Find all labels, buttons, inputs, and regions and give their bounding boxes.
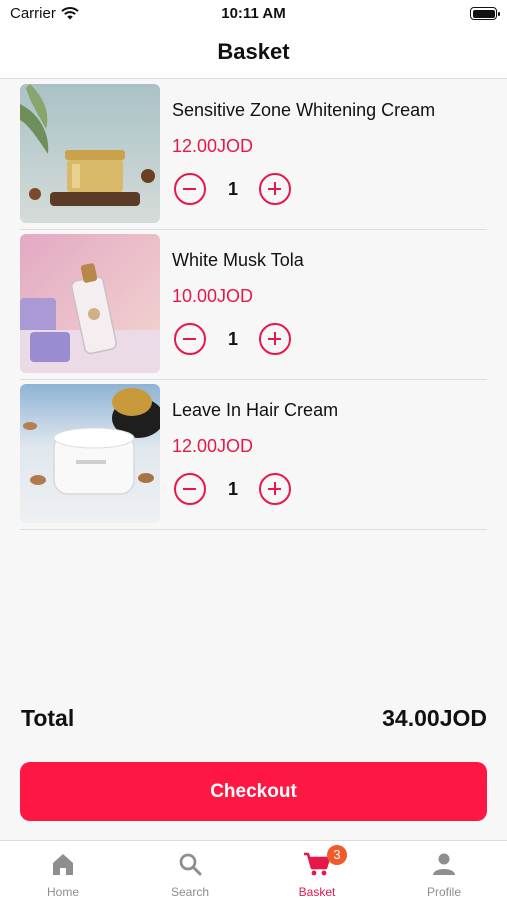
battery-icon <box>470 7 500 20</box>
product-image[interactable] <box>20 234 160 373</box>
tab-search[interactable]: Search <box>127 841 253 900</box>
status-time: 10:11 AM <box>221 5 286 22</box>
decrease-quantity-button[interactable] <box>174 323 206 355</box>
page-title: Basket <box>217 39 290 64</box>
increase-quantity-button[interactable] <box>259 323 291 355</box>
nav-header: Basket <box>0 28 507 79</box>
product-image[interactable] <box>20 384 160 523</box>
tab-bar: Home Search 3 Basket Profile <box>0 840 507 900</box>
tab-label: Profile <box>426 885 461 899</box>
quantity-value: 1 <box>227 479 238 499</box>
search-icon <box>179 853 202 876</box>
tab-home[interactable]: Home <box>0 841 126 900</box>
quantity-value: 1 <box>227 179 238 199</box>
total-label: Total <box>21 705 75 731</box>
increase-quantity-button[interactable] <box>259 173 291 205</box>
decrease-quantity-button[interactable] <box>174 473 206 505</box>
product-image[interactable] <box>20 84 160 223</box>
product-name[interactable]: Leave In Hair Cream <box>172 400 338 421</box>
tab-label: Search <box>170 885 210 899</box>
decrease-quantity-button[interactable] <box>174 173 206 205</box>
product-name[interactable]: White Musk Tola <box>172 250 304 271</box>
tab-label: Home <box>46 885 79 899</box>
quantity-value: 1 <box>227 329 238 349</box>
product-price: 12.00JOD <box>172 136 254 156</box>
product-price: 12.00JOD <box>172 436 254 456</box>
product-price: 10.00JOD <box>172 286 254 306</box>
tab-basket[interactable]: 3 Basket <box>254 841 380 900</box>
product-name[interactable]: Sensitive Zone Whitening Cream <box>172 100 435 121</box>
increase-quantity-button[interactable] <box>259 473 291 505</box>
status-bar: Carrier 10:11 AM <box>0 0 507 28</box>
tab-profile[interactable]: Profile <box>381 841 507 900</box>
home-icon <box>53 854 73 875</box>
basket-item: Sensitive Zone Whitening Cream 12.00JOD … <box>20 80 487 230</box>
cart-badge: 3 <box>327 845 347 865</box>
checkout-button[interactable]: Checkout <box>20 762 487 821</box>
total-value: 34.00JOD <box>382 705 487 731</box>
basket-item: White Musk Tola 10.00JOD 1 <box>20 230 487 380</box>
basket-item: Leave In Hair Cream 12.00JOD 1 <box>20 380 487 530</box>
person-icon <box>433 853 455 875</box>
tab-label: Basket <box>298 885 336 899</box>
